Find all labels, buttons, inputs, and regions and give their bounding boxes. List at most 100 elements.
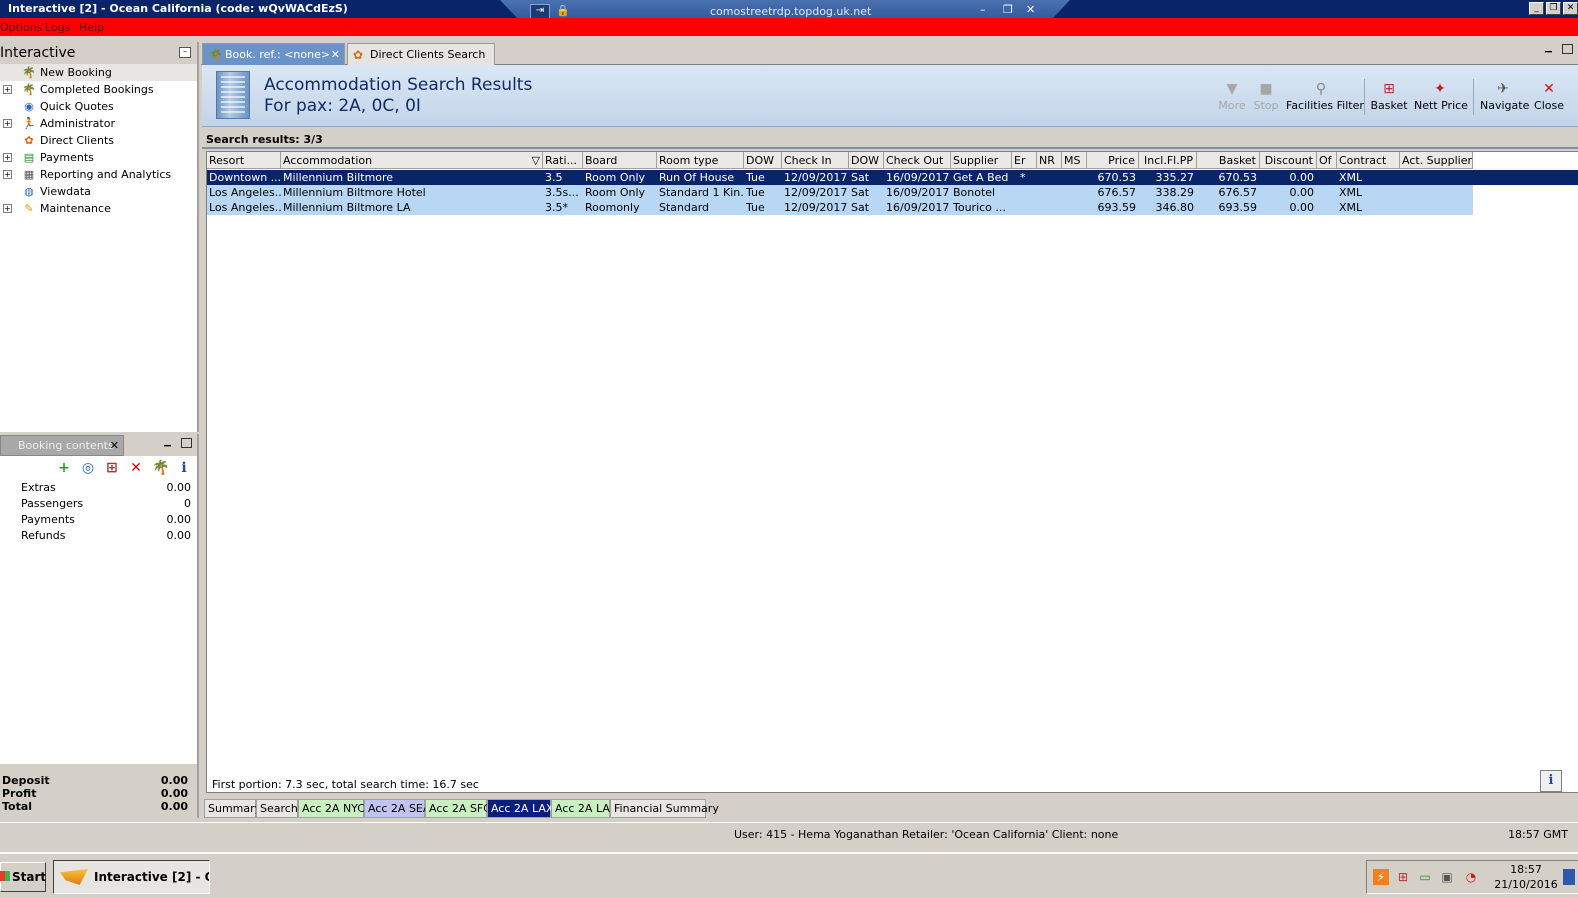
collapse-icon[interactable]: – [179,47,191,58]
table-row[interactable]: Downtown ... Millennium Biltmore 3.5 Room O… [207,170,1578,185]
column-header-er[interactable]: Er [1012,152,1037,169]
add-icon[interactable]: + [56,460,72,476]
minimize-button[interactable]: _ [1529,2,1544,15]
expand-icon[interactable]: + [3,85,12,94]
nav-item-completed-bookings[interactable]: + 🌴 Completed Bookings [0,81,197,98]
close-window-button[interactable]: ✕ [1563,2,1578,15]
column-header-price[interactable]: Price [1087,152,1139,169]
table-row[interactable]: Los Angeles... Millennium Biltmore Hotel 3… [207,185,1473,200]
tray-monitor-icon[interactable]: ▣ [1439,869,1455,885]
tab-label: Direct Clients Search [370,48,486,61]
menu-logs[interactable]: Logs [45,21,70,34]
palm-tree-icon[interactable]: 🌴 [152,460,169,476]
bottom-tab-financial-summary[interactable]: Financial Summary [610,799,719,818]
column-header-rating[interactable]: Rati... [543,152,583,169]
minimize-panel-icon[interactable]: ▁ [164,438,175,448]
nav-item-administrator[interactable]: + 🏃 Administrator [0,115,197,132]
column-header-dow-in[interactable]: DOW [744,152,782,169]
refresh-icon[interactable]: ◎ [80,460,96,476]
tray-network-icon[interactable]: ▭ [1417,869,1433,885]
column-header-of[interactable]: Of [1317,152,1337,169]
basket-button[interactable]: ⊞ Basket [1370,79,1408,112]
tray-windows-icon[interactable]: ⊞ [1395,869,1411,885]
menu-options[interactable]: Options [0,21,42,34]
column-header-room-type[interactable]: Room type [657,152,744,169]
clock[interactable]: 18:57 21/10/2016 [1491,862,1561,892]
show-desktop-icon[interactable] [1563,869,1575,885]
start-button[interactable]: Start [0,862,46,892]
total-profit: Profit 0.00 [0,787,197,800]
bottom-tab-search[interactable]: Search [256,799,298,818]
menu-help[interactable]: Help [79,21,104,34]
bottom-tab-summary[interactable]: Summary [204,799,261,818]
more-button[interactable]: ▼ More [1218,79,1246,112]
column-header-accommodation[interactable]: Accommodation ▽ [281,152,543,169]
filter-icon[interactable]: ▽ [532,152,540,168]
nav-item-direct-clients[interactable]: ✿ Direct Clients [0,132,197,149]
total-label: Total [2,800,33,813]
rdp-minimize-icon[interactable]: – [980,3,986,16]
bottom-tab-acc-2a-nyc[interactable]: Acc 2A NYC [298,799,365,818]
column-header-check-in[interactable]: Check In [782,152,849,169]
booking-row-refunds: Refunds 0.00 [0,528,197,544]
tray-app-icon[interactable]: ⚡ [1373,869,1389,885]
column-header-contract[interactable]: Contract [1337,152,1400,169]
bottom-tab-acc-2a-sea[interactable]: Acc 2A SEA [364,799,430,818]
nav-item-quick-quotes[interactable]: ◉ Quick Quotes [0,98,197,115]
column-header-discount[interactable]: Discount [1260,152,1317,169]
results-grid: Resort Accommodation ▽ Rati... Board Room typ… [206,151,1578,793]
column-header-supplier[interactable]: Supplier [951,152,1012,169]
column-header-basket[interactable]: Basket [1197,152,1260,169]
restore-button[interactable]: ❐ [1546,2,1561,15]
nav-item-new-booking[interactable]: 🌴 New Booking [0,64,197,81]
globe-icon: ◍ [24,185,34,198]
tab-booking-ref[interactable]: 🌴 Book. ref.: <none> ✕ [202,43,345,65]
cell-act-supplier [1400,185,1473,200]
maximize-panel-icon[interactable] [181,438,192,448]
column-header-incl-fl-pp[interactable]: Incl.Fl.PP [1139,152,1197,169]
nav-item-payments[interactable]: + ▤ Payments [0,149,197,166]
basket-icon: ⊞ [1383,81,1395,97]
booking-contents-tab[interactable]: Booking contents ✕ [0,435,124,456]
nav-item-viewdata[interactable]: ◍ Viewdata [0,183,197,200]
expand-icon[interactable]: + [3,119,12,128]
minimize-doc-icon[interactable]: ▁ [1545,44,1556,54]
bottom-tab-acc-2a-sfo[interactable]: Acc 2A SFO [425,799,492,818]
maximize-doc-icon[interactable] [1562,44,1573,54]
facilities-filter-button[interactable]: ⚲ Facilities Filter [1286,79,1364,112]
taskbar-app-interactive[interactable]: Interactive [2] - O... [53,860,210,894]
delete-icon[interactable]: ✕ [128,460,144,476]
stop-button[interactable]: ■ Stop [1252,79,1280,112]
info-icon[interactable]: i [1540,770,1562,792]
expand-icon[interactable]: + [3,204,12,213]
nav-item-maintenance[interactable]: + ✎ Maintenance [0,200,197,217]
basket-icon[interactable]: ⊞ [104,460,120,476]
close-icon[interactable]: ✕ [110,436,119,456]
total-deposit: Deposit 0.00 [0,774,197,787]
column-header-check-out[interactable]: Check Out [884,152,951,169]
bottom-tab-acc-2a-las[interactable]: Acc 2A LAS [551,799,617,818]
tab-direct-clients-search[interactable]: ✿ Direct Clients Search [347,43,495,65]
cell-basket: 693.59 [1218,201,1258,214]
close-button[interactable]: ✕ Close [1534,79,1564,112]
expand-icon[interactable]: + [3,170,12,179]
column-header-ms[interactable]: MS [1062,152,1087,169]
column-header-dow-out[interactable]: DOW [849,152,884,169]
navigate-button[interactable]: ✈ Navigate [1480,79,1529,112]
column-header-nr[interactable]: NR [1037,152,1062,169]
column-header-act-supplier[interactable]: Act. Supplier [1400,152,1473,169]
info-icon[interactable]: i [176,460,192,476]
close-icon[interactable]: ✕ [331,44,340,65]
nett-price-button[interactable]: ✦ Nett Price [1414,79,1468,112]
column-header-resort[interactable]: Resort [207,152,281,169]
table-row[interactable]: Los Angeles... Millennium Biltmore LA 3.5*… [207,200,1473,215]
cell-er [1012,185,1037,200]
rdp-close-icon[interactable]: ✕ [1026,3,1035,16]
expand-icon[interactable]: + [3,153,12,162]
rdp-restore-icon[interactable]: ❐ [1003,3,1013,16]
tray-volume-icon[interactable]: ◔ [1463,869,1479,885]
pin-icon[interactable]: ⇥ [530,4,550,19]
column-header-board[interactable]: Board [583,152,657,169]
nav-item-reporting-analytics[interactable]: + ▦ Reporting and Analytics [0,166,197,183]
bottom-tab-acc-2a-lax[interactable]: Acc 2A LAX [487,799,553,818]
